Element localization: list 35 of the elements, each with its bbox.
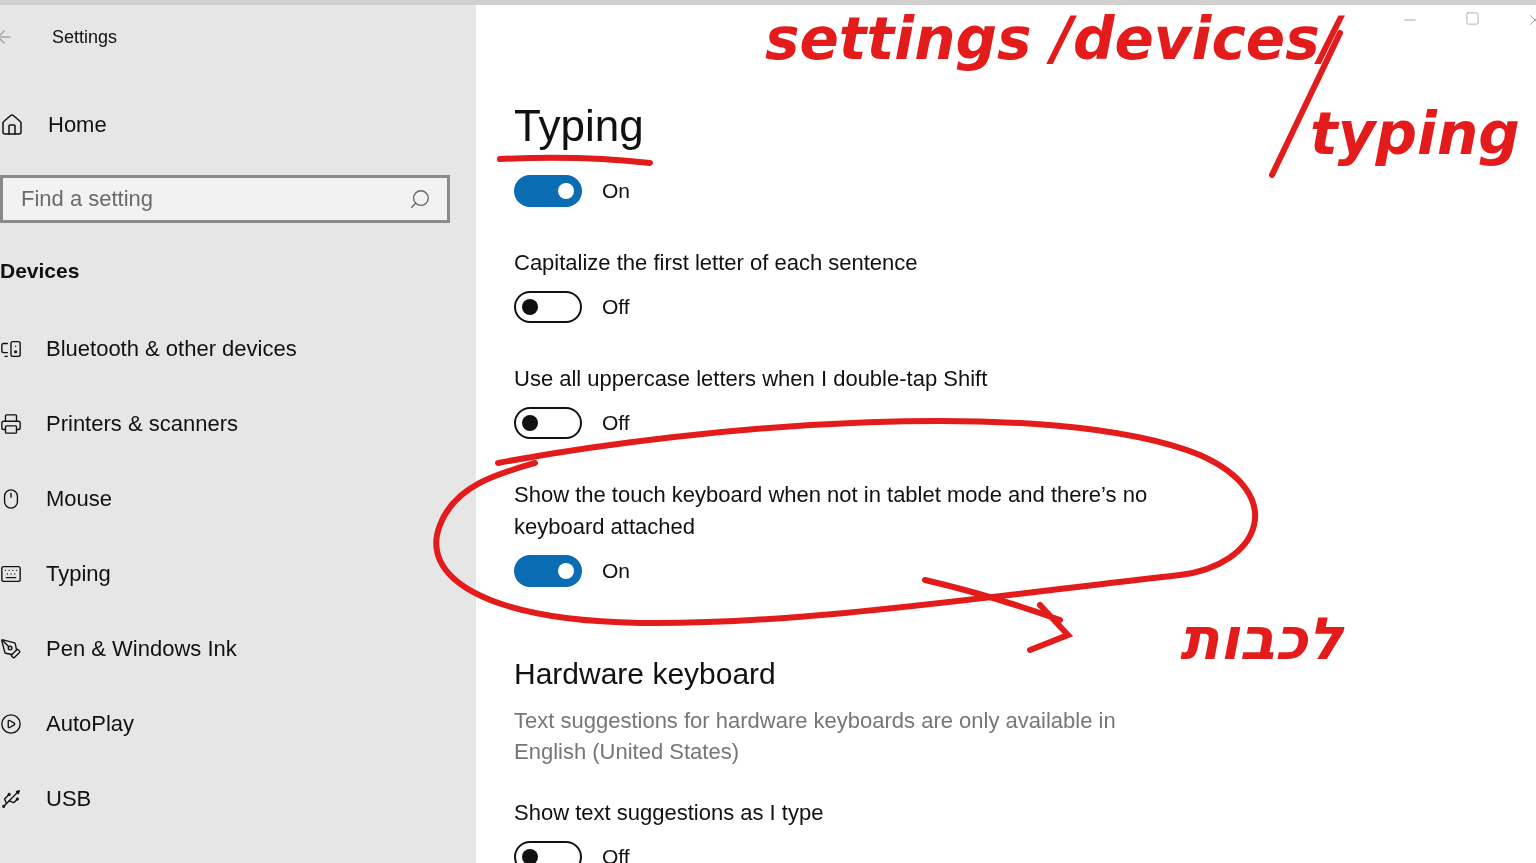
toggle-switch[interactable] [514, 555, 582, 587]
sidebar-item[interactable]: AutoPlay [0, 686, 476, 761]
setting-label: Show the touch keyboard when not in tablet mode and there’s no keyboard attached [514, 481, 1149, 541]
sidebar-item[interactable]: USB [0, 761, 476, 836]
toggle-switch[interactable] [514, 407, 582, 439]
section-heading: Devices [0, 258, 81, 284]
handwritten-note: typing [1310, 100, 1520, 168]
search-icon [409, 188, 431, 210]
home-nav-item[interactable]: Home [0, 97, 476, 153]
pen-icon [0, 637, 22, 660]
handwritten-note: לכבות [1180, 605, 1343, 673]
sidebar-item[interactable]: Pen & Windows Ink [0, 611, 476, 686]
setting-label: Show text suggestions as I type [514, 799, 824, 827]
play-icon [0, 712, 22, 735]
search-input[interactable]: Find a setting [19, 185, 409, 213]
sidebar-item[interactable]: Bluetooth & other devices [0, 311, 476, 386]
usb-icon [0, 787, 22, 810]
section-heading: Hardware keyboard [514, 657, 776, 691]
printer-icon [0, 412, 22, 435]
sidebar-item[interactable]: Printers & scanners [0, 386, 476, 461]
toggle-switch[interactable] [514, 291, 582, 323]
search-field[interactable]: Find a setting [0, 175, 450, 223]
setting-label: Capitalize the first letter of each sentence [514, 249, 918, 277]
toggle-state-text: Off [602, 411, 630, 435]
home-icon [0, 113, 24, 137]
setting-label: Use all uppercase letters when I double-tap Shift [514, 365, 988, 393]
window-title: Settings [52, 26, 118, 48]
toggle-state-text: Off [602, 295, 630, 319]
info-text: Text suggestions for hardware keyboards are only available in English (United States) [514, 707, 1117, 766]
sidebar-item[interactable]: Mouse [0, 461, 476, 536]
toggle-state-text: On [602, 559, 630, 583]
page-title: Typing [514, 100, 644, 152]
sidebar-item[interactable]: Typing [0, 536, 476, 611]
toggle-switch[interactable] [514, 175, 582, 207]
toggle-state-text: On [602, 179, 630, 203]
